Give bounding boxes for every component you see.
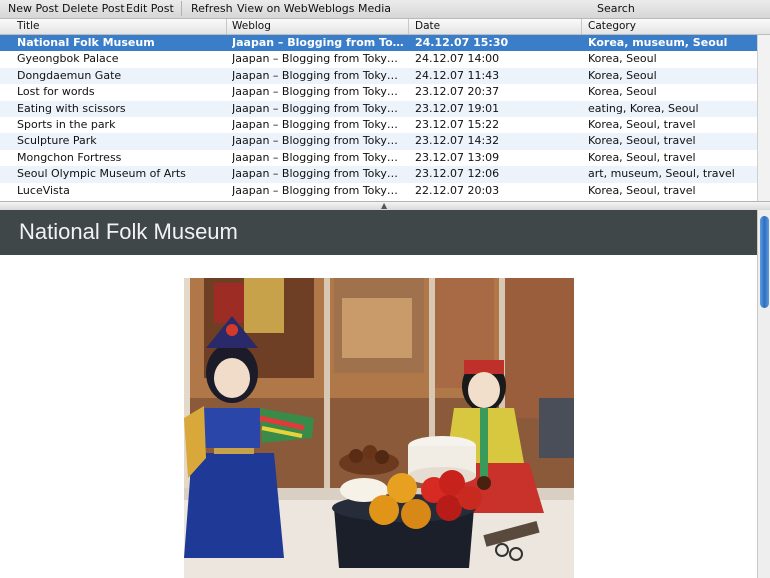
post-category-cell: Korea, Seoul <box>588 68 657 82</box>
post-category-cell: art, museum, Seoul, travel <box>588 167 735 181</box>
preview-scrollbar[interactable] <box>757 210 770 578</box>
post-title: National Folk Museum <box>19 219 238 244</box>
post-date-cell: 23.12.07 20:37 <box>415 85 500 99</box>
post-category-cell: Korea, Seoul <box>588 52 657 66</box>
scrollbar-thumb[interactable] <box>760 216 769 308</box>
column-divider[interactable] <box>408 19 409 34</box>
table-row[interactable]: Sports in the park Jaapan – Blogging fro… <box>0 117 757 133</box>
column-header-title[interactable]: Title <box>17 20 40 34</box>
toolbar: New Post Delete Post Edit Post Refresh V… <box>0 0 770 19</box>
post-weblog-cell: Jaapan – Blogging from Tokyo & … <box>232 68 404 82</box>
column-divider[interactable] <box>226 19 227 34</box>
post-weblog-cell: Jaapan – Blogging from Tokyo & … <box>232 134 404 148</box>
search-label[interactable]: Search <box>597 2 635 15</box>
caret-up-icon: ▲ <box>381 201 388 210</box>
post-weblog-cell: Jaapan – Blogging from Tokyo & … <box>232 85 404 99</box>
post-title-cell: Gyeongbok Palace <box>17 52 119 66</box>
post-date-cell: 23.12.07 15:22 <box>415 117 500 131</box>
post-category-cell: Korea, Seoul <box>588 85 657 99</box>
post-title-cell: Lost for words <box>17 85 95 99</box>
post-category-cell: Korea, Seoul, travel <box>588 117 696 131</box>
post-date-cell: 23.12.07 13:09 <box>415 150 500 164</box>
edit-post-button[interactable]: Edit Post <box>126 2 174 15</box>
post-category-cell: Korea, Seoul, travel <box>588 183 696 197</box>
table-row[interactable]: Seoul Olympic Museum of Arts Jaapan – Bl… <box>0 166 757 183</box>
post-photo <box>184 278 574 578</box>
post-weblog-cell: Jaapan – Blogging from Tokyo & … <box>232 101 404 115</box>
post-weblog-cell: Jaapan – Blogging from Tokyo & … <box>232 183 404 197</box>
table-row[interactable]: Sculpture Park Jaapan – Blogging from To… <box>0 133 757 150</box>
new-post-button[interactable]: New Post <box>8 2 59 15</box>
post-weblog-cell: Jaapan – Blogging from Tokyo & … <box>232 167 404 181</box>
post-weblog-cell: Jaapan – Blogging from Tokyo & … <box>232 150 404 164</box>
post-date-cell: 24.12.07 14:00 <box>415 52 500 66</box>
media-button[interactable]: Media <box>358 2 391 15</box>
post-category-cell: Korea, Seoul, travel <box>588 150 696 164</box>
post-weblog-cell: Jaapan – Blogging from Tokyo & … <box>232 52 404 66</box>
post-weblog-cell: Jaapan – Blogging from Tokyo & … <box>232 36 404 49</box>
post-list-scrollbar[interactable] <box>757 35 770 201</box>
toolbar-separator <box>181 1 182 16</box>
post-title-bar: National Folk Museum <box>0 210 757 255</box>
table-row[interactable]: National Folk Museum Jaapan – Blogging f… <box>0 35 757 52</box>
post-date-cell: 23.12.07 12:06 <box>415 167 500 181</box>
column-header-bar: Title Weblog Date Category <box>0 19 770 35</box>
post-title-cell: Eating with scissors <box>17 101 126 115</box>
post-title-cell: LuceVista <box>17 183 70 197</box>
column-header-date[interactable]: Date <box>415 20 440 34</box>
delete-post-button[interactable]: Delete Post <box>62 2 125 15</box>
column-divider[interactable] <box>581 19 582 34</box>
post-category-cell: Korea, museum, Seoul <box>588 36 728 49</box>
post-category-cell: eating, Korea, Seoul <box>588 101 699 115</box>
table-row[interactable]: Gyeongbok Palace Jaapan – Blogging from … <box>0 51 757 67</box>
table-row[interactable]: Mongchon Fortress Jaapan – Blogging from… <box>0 150 757 166</box>
post-weblog-cell: Jaapan – Blogging from Tokyo & … <box>232 117 404 131</box>
table-row[interactable]: Dongdaemun Gate Jaapan – Blogging from T… <box>0 67 757 85</box>
table-row[interactable]: Lost for words Jaapan – Blogging from To… <box>0 84 757 100</box>
post-title-cell: Seoul Olympic Museum of Arts <box>17 167 186 181</box>
post-list: National Folk Museum Jaapan – Blogging f… <box>0 35 757 199</box>
post-preview: National Folk Museum <box>0 210 757 578</box>
weblogs-button[interactable]: Weblogs <box>308 2 354 15</box>
table-row[interactable]: Eating with scissors Jaapan – Blogging f… <box>0 100 757 117</box>
post-date-cell: 22.12.07 20:03 <box>415 183 500 197</box>
refresh-button[interactable]: Refresh <box>191 2 233 15</box>
post-title-cell: Sports in the park <box>17 117 116 131</box>
view-on-web-button[interactable]: View on Web <box>237 2 308 15</box>
table-row[interactable]: LuceVista Jaapan – Blogging from Tokyo &… <box>0 183 757 199</box>
post-title-cell: Mongchon Fortress <box>17 150 122 164</box>
column-header-weblog[interactable]: Weblog <box>232 20 271 34</box>
post-category-cell: Korea, Seoul, travel <box>588 134 696 148</box>
post-date-cell: 23.12.07 14:32 <box>415 134 500 148</box>
post-date-cell: 24.12.07 15:30 <box>415 36 509 49</box>
column-header-category[interactable]: Category <box>588 20 636 34</box>
post-title-cell: Sculpture Park <box>17 134 97 148</box>
post-title-cell: Dongdaemun Gate <box>17 68 122 82</box>
post-date-cell: 23.12.07 19:01 <box>415 101 500 115</box>
post-title-cell: National Folk Museum <box>17 36 155 49</box>
post-date-cell: 24.12.07 11:43 <box>415 68 500 82</box>
